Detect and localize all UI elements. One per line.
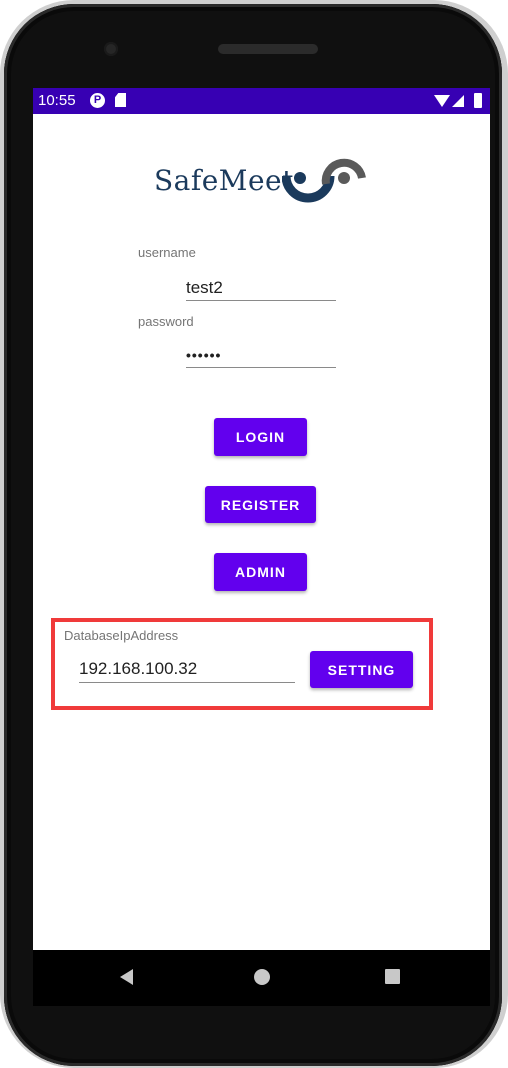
database-ip-input[interactable] [79,656,295,683]
home-icon[interactable] [254,969,270,985]
register-button[interactable]: REGISTER [205,486,316,523]
password-label: password [138,314,194,329]
setting-button[interactable]: SETTING [310,651,413,688]
navigation-bar [33,950,490,1006]
status-time: 10:55 [38,92,76,109]
signal-icon [452,95,464,107]
database-ip-label: DatabaseIpAddress [64,628,179,643]
earpiece-speaker [218,44,318,54]
app-screen: 10:55 P SafeMeet username password LOGIN… [33,88,490,950]
password-input[interactable] [186,343,336,368]
username-input[interactable] [186,276,336,301]
logo-text: SafeMeet [154,164,294,197]
login-button[interactable]: LOGIN [214,418,307,456]
front-camera [104,42,118,56]
battery-icon [474,93,482,108]
username-label: username [138,245,196,260]
sd-card-icon [115,93,126,107]
status-indicators [426,92,486,110]
recents-icon[interactable] [385,969,400,984]
safemeet-logo: SafeMeet [154,156,374,208]
status-bar: 10:55 P [33,88,490,114]
p-notification-icon: P [90,93,105,108]
admin-button[interactable]: ADMIN [214,553,307,591]
wifi-icon [434,95,450,107]
back-icon[interactable] [120,969,133,985]
logo-mark-icon [282,158,366,203]
